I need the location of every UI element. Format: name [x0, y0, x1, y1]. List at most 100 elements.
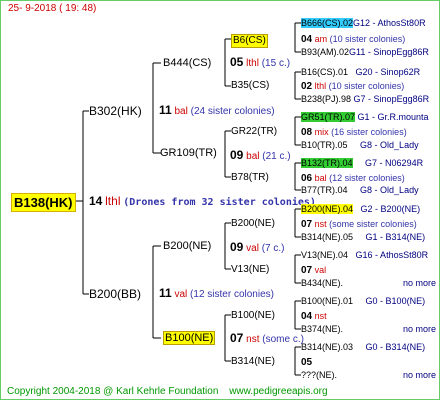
gen2-gen-3: 07: [230, 331, 244, 345]
root-gen: 14: [89, 194, 103, 208]
gen3-gen-6: 04: [301, 311, 313, 322]
gen4-row-10: V13(NE).04 G16 - AthosSt80R: [301, 249, 428, 261]
gen3-label-6[interactable]: B100(NE): [231, 310, 275, 322]
gen3-gen-5: 07: [301, 265, 313, 276]
root-info: 14 lthl (Drones from 32 sister colonies): [89, 195, 316, 209]
gen1-gen-0: 11: [159, 103, 172, 117]
gen4-src-5: G8 - Old_Lady: [360, 140, 419, 150]
gen3-tag-1: lthl: [314, 81, 327, 91]
gen4-row-14: B314(NE).03 G0 - B314(NE): [301, 341, 425, 353]
gen1-note-1: (12 sister colonies): [190, 289, 274, 300]
gen3-label-4[interactable]: B200(NE): [231, 218, 275, 230]
gen4-row-9: B314(NE).05 G1 - B314(NE): [301, 231, 425, 243]
gen4-label-15[interactable]: ???(NE).: [301, 370, 337, 380]
gen1-gen-1: 11: [159, 286, 172, 300]
gen1-info-1: 11 val (12 sister colonies): [159, 287, 274, 301]
gen3-info-2: 08 mix (16 sister colonies): [301, 126, 407, 139]
gen3-gen-2: 08: [301, 127, 313, 138]
gen4-src-6: G7 - N06294R: [365, 158, 424, 168]
gen4-row-6: B132(TR).04 G7 - N06294R: [301, 157, 423, 169]
copyright-text: Copyright 2004-2018 @ Karl Kehrle Founda…: [7, 386, 219, 397]
gen2-gen-1: 09: [230, 148, 244, 162]
gen2-info-3: 07 nst (some c.): [230, 332, 304, 346]
gen4-row-15: ???(NE). no more: [301, 369, 436, 381]
gen2-note-1: (21 c.): [262, 151, 291, 162]
gen4-src-15: no more: [403, 370, 437, 380]
gen2-tag-0: lthl: [246, 58, 259, 69]
gen4-src-12: G0 - B100(NE): [365, 296, 426, 306]
gen4-row-3: B238(PJ).98 G7 - SinopEgg86R: [301, 93, 429, 105]
gen4-row-13: B374(NE). no more: [301, 323, 436, 335]
gen1-note-0: (24 sister colonies): [190, 106, 275, 117]
gen4-label-3[interactable]: B238(PJ).98: [301, 94, 351, 104]
gen2-note-0: (15 c.): [261, 58, 291, 69]
gen4-label-12[interactable]: B100(NE).01: [301, 296, 353, 306]
gen4-row-0: B666(CS).02G12 - AthosSt80R: [301, 17, 426, 29]
gen3-info-0: 04 am (10 sister colonies): [301, 33, 405, 46]
gen3-gen-3: 06: [301, 173, 313, 184]
gen4-row-7: B77(TR).04 G8 - Old_Lady: [301, 184, 419, 196]
gen3-gen-0: 04: [301, 34, 313, 45]
gen2-info-1: 09 bal (21 c.): [230, 149, 291, 163]
gen4-label-10[interactable]: V13(NE).04: [301, 250, 348, 260]
gen4-row-2: B16(CS).01 G20 - Sinop62R: [301, 66, 420, 78]
site-link[interactable]: www.pedigreeapis.org: [229, 386, 327, 397]
gen3-note-3: (12 sister colonies): [329, 173, 405, 183]
gen4-row-12: B100(NE).01 G0 - B100(NE): [301, 295, 425, 307]
gen4-label-13[interactable]: B374(NE).: [301, 324, 343, 334]
gen3-tag-0: am: [314, 34, 328, 44]
gen4-label-2[interactable]: B16(CS).01: [301, 67, 348, 77]
gen3-tag-5: val: [314, 265, 327, 275]
gen4-label-1[interactable]: B93(AM).02: [301, 47, 349, 57]
gen4-src-4: G1 - Gr.R.mounta: [357, 112, 429, 122]
gen2-label-3[interactable]: B100(NE): [163, 331, 216, 345]
gen2-tag-3: nst: [246, 334, 260, 345]
gen2-tag-1: bal: [246, 151, 260, 162]
gen4-label-9[interactable]: B314(NE).05: [301, 232, 353, 242]
gen4-label-0[interactable]: B666(CS).02: [301, 18, 354, 28]
gen3-gen-7: 05: [301, 357, 313, 368]
gen3-label-5[interactable]: V13(NE): [231, 264, 269, 276]
gen2-label-0[interactable]: B444(CS): [163, 57, 211, 69]
gen2-gen-2: 09: [230, 240, 244, 254]
gen1-tag-1: val: [174, 289, 188, 300]
gen2-tag-2: val: [246, 243, 259, 254]
gen4-label-5[interactable]: B10(TR).05: [301, 140, 348, 150]
gen4-src-2: G20 - Sinop62R: [355, 67, 421, 77]
gen2-gen-0: 05: [230, 55, 244, 69]
pedigree-panel: 25- 9-2018 ( 19: 48) B138(HK) 14 lthl (D…: [0, 0, 440, 400]
gen4-src-10: G16 - AthosSt80R: [355, 250, 429, 260]
gen3-gen-4: 07: [301, 219, 313, 230]
gen2-note-2: (7 c.): [261, 243, 285, 254]
gen3-info-1: 02 lthl (10 sister colonies): [301, 80, 404, 93]
gen1-label-0[interactable]: B302(HK): [89, 105, 142, 117]
gen4-src-0: G12 - AthosSt80R: [353, 18, 426, 28]
gen3-note-1: (10 sister colonies): [328, 81, 405, 91]
gen3-gen-1: 02: [301, 81, 313, 92]
gen4-row-8: B200(NE).04 G2 - B200(NE): [301, 203, 420, 215]
gen3-note-0: (10 sister colonies): [329, 34, 406, 44]
gen3-label-3[interactable]: B78(TR): [231, 172, 269, 184]
gen4-row-4: GR51(TR).07 G1 - Gr.R.mounta: [301, 111, 429, 123]
gen4-src-11: no more: [403, 278, 437, 288]
gen4-label-8[interactable]: B200(NE).04: [301, 204, 354, 214]
gen4-label-11[interactable]: B434(NE).: [301, 278, 343, 288]
gen4-label-14[interactable]: B314(NE).03: [301, 342, 353, 352]
gen4-src-14: G0 - B314(NE): [365, 342, 426, 352]
root-queen[interactable]: B138(HK): [11, 193, 76, 212]
gen3-label-2[interactable]: GR22(TR): [231, 126, 277, 138]
gen4-label-6[interactable]: B132(TR).04: [301, 158, 353, 168]
gen3-label-0[interactable]: B6(CS): [231, 34, 268, 48]
gen1-label-1[interactable]: B200(BB): [89, 288, 141, 300]
gen3-tag-2: mix: [314, 127, 329, 137]
gen2-label-1[interactable]: GR109(TR): [160, 147, 217, 159]
gen3-tag-4: nst: [314, 219, 327, 229]
gen4-label-4[interactable]: GR51(TR).07: [301, 112, 356, 122]
gen4-label-7[interactable]: B77(TR).04: [301, 185, 348, 195]
gen2-label-2[interactable]: B200(NE): [163, 240, 211, 252]
root-tag: lthl: [105, 194, 121, 208]
gen3-label-1[interactable]: B35(CS): [231, 80, 269, 92]
root-note: (Drones from 32 sister colonies): [123, 197, 316, 208]
gen3-label-7[interactable]: B314(NE): [231, 356, 275, 368]
gen4-src-7: G8 - Old_Lady: [360, 185, 419, 195]
